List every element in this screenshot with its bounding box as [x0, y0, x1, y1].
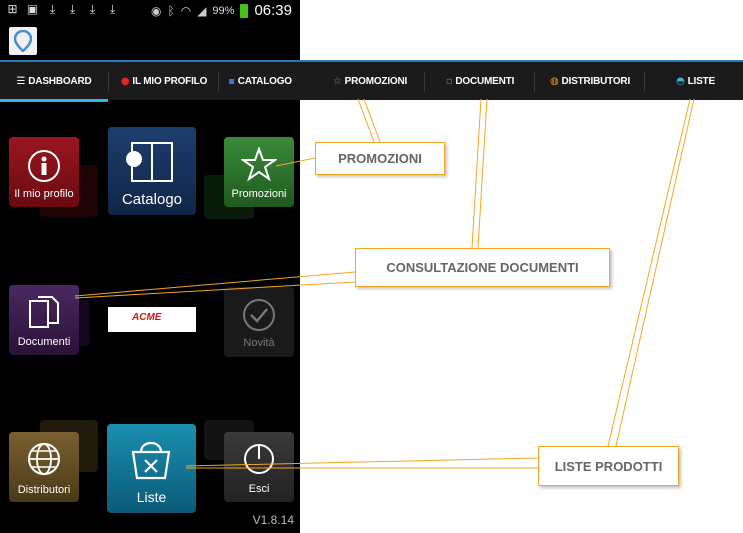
- callout-promozioni: PROMOZIONI: [315, 142, 445, 175]
- leader-line: [607, 98, 691, 447]
- leader-line: [275, 157, 316, 167]
- callout-liste: LISTE PRODOTTI: [538, 446, 679, 486]
- leader-line: [615, 98, 695, 447]
- callout-documenti: CONSULTAZIONE DOCUMENTI: [355, 248, 610, 287]
- leader-line: [185, 457, 539, 467]
